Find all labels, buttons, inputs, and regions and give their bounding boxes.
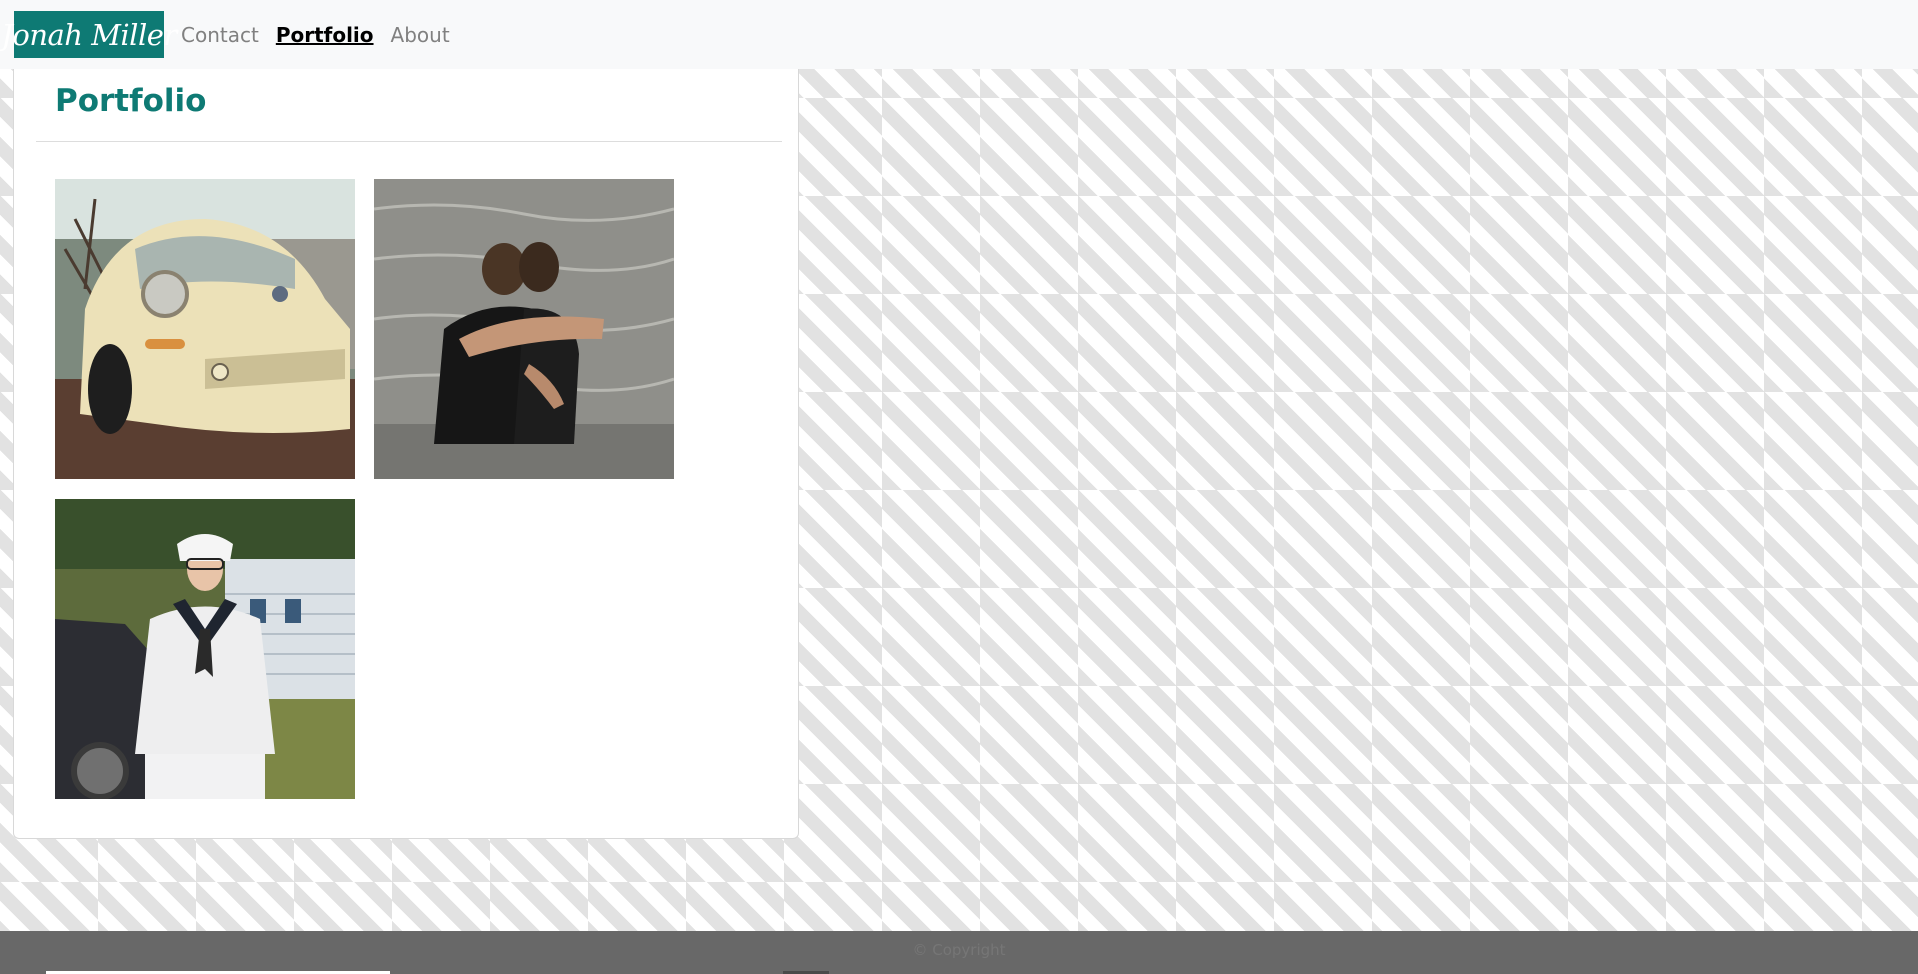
sailor-photo-image xyxy=(55,499,355,799)
nav-link-portfolio[interactable]: Portfolio xyxy=(276,23,374,47)
portfolio-card: Portfolio xyxy=(13,69,799,839)
page-title: Portfolio xyxy=(55,83,207,119)
page-footer: © Copyright xyxy=(0,931,1918,974)
top-navbar: Jonah Miller Contact Portfolio About xyxy=(0,0,1918,69)
brand-logo[interactable]: Jonah Miller xyxy=(1,11,177,58)
copyright-text: © Copyright xyxy=(912,940,1006,959)
water-photo-image xyxy=(374,179,674,479)
car-photo-image xyxy=(55,179,355,479)
nav-link-about[interactable]: About xyxy=(391,23,450,47)
portfolio-photo-sailor[interactable] xyxy=(55,499,355,799)
portfolio-photo-water[interactable] xyxy=(374,179,674,479)
title-divider xyxy=(36,141,782,142)
nav-link-contact[interactable]: Contact xyxy=(181,23,259,47)
portfolio-photo-car[interactable] xyxy=(55,179,355,479)
